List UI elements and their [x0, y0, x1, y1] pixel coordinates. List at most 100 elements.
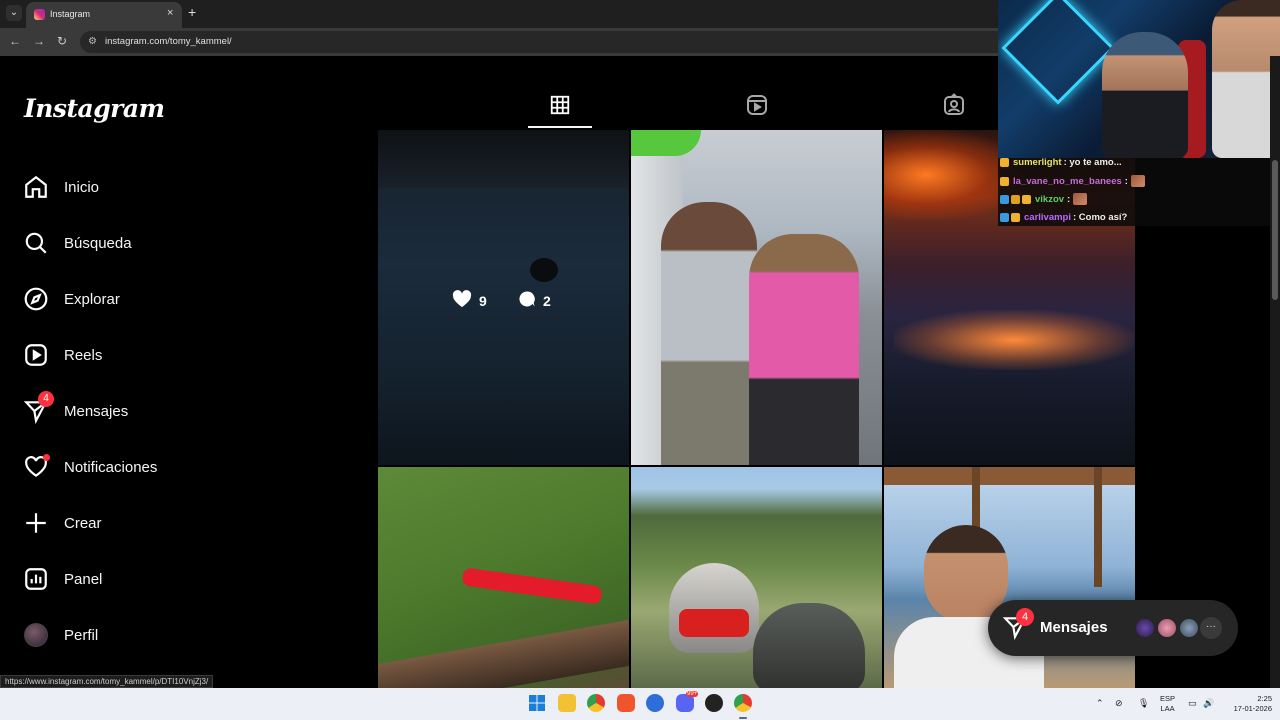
- lang-bottom: LAA: [1160, 704, 1175, 713]
- chat-text: :: [1124, 175, 1128, 187]
- likes-count: 9: [479, 292, 487, 309]
- obs-icon[interactable]: [705, 694, 723, 712]
- stream-chat: sumerlight : yo te amo... la_vane_no_me_…: [998, 157, 1270, 226]
- windows-taskbar: 99+ ⌃ ⊘ 🎙 ESP LAA ▭ 🔊 2:25 17-01-2026: [0, 688, 1280, 720]
- back-arrow-icon[interactable]: ←: [9, 34, 21, 48]
- streamer-person: [1102, 32, 1188, 158]
- reels-icon: [745, 93, 769, 122]
- comment-filled-icon: [518, 290, 536, 311]
- tile-photo-detail: [749, 234, 859, 465]
- tile-photo-detail: [894, 310, 1134, 370]
- tile-photo-detail: [661, 202, 757, 465]
- discord-badge: 99+: [686, 691, 699, 697]
- browser-tab[interactable]: Instagram ×: [26, 2, 182, 28]
- tray-chevron-icon[interactable]: ⌃: [1096, 698, 1104, 708]
- more-icon[interactable]: ···: [1200, 617, 1222, 639]
- sidebar-label: Crear: [64, 514, 102, 532]
- post-tile[interactable]: [631, 467, 882, 688]
- tile-photo-detail: [530, 258, 558, 282]
- scrollbar-thumb[interactable]: [1272, 160, 1278, 300]
- chat-text: : Como así?: [1073, 211, 1128, 223]
- instagram-logo[interactable]: Instagram: [24, 94, 165, 123]
- chrome-icon[interactable]: [587, 694, 605, 712]
- tile-photo-detail: [679, 609, 749, 637]
- comments-count: 2: [543, 292, 551, 309]
- reels-icon: [22, 341, 50, 369]
- tab-posts[interactable]: [543, 90, 577, 124]
- post-tile[interactable]: [378, 467, 629, 688]
- messages-pill-label: Mensajes: [1040, 619, 1108, 636]
- chat-badge-icon: [1000, 212, 1009, 222]
- webcam-overlay: [998, 0, 1280, 158]
- chat-username: carlivampi: [1024, 211, 1071, 223]
- forward-arrow-icon[interactable]: →: [33, 34, 45, 48]
- active-app-indicator: [739, 717, 747, 719]
- sidebar-item-explorar[interactable]: Explorar: [22, 281, 242, 317]
- sidebar-item-inicio[interactable]: Inicio: [22, 169, 242, 205]
- comments-stat: 2: [518, 290, 551, 311]
- sidebar-label: Perfil: [64, 626, 99, 644]
- post-tile[interactable]: 9 2: [378, 130, 629, 465]
- volume-icon[interactable]: 🔊: [1203, 698, 1214, 708]
- avatar: [1156, 617, 1178, 639]
- windows-start-icon[interactable]: [528, 694, 546, 712]
- page-scrollbar[interactable]: [1270, 56, 1280, 688]
- site-settings-icon[interactable]: ⚙: [88, 36, 97, 47]
- language-indicator[interactable]: ESP LAA: [1160, 694, 1175, 714]
- lang-top: ESP: [1160, 694, 1176, 703]
- grid-icon: [549, 94, 571, 121]
- tile-photo-detail: [669, 563, 759, 653]
- neon-logo-decoration: [1001, 0, 1115, 105]
- sidebar-label: Notificaciones: [64, 458, 158, 476]
- sidebar-item-crear[interactable]: Crear: [22, 505, 242, 541]
- network-icon[interactable]: ▭: [1188, 698, 1197, 708]
- tile-photo-detail: [461, 567, 603, 605]
- messenger-icon: 4: [22, 391, 54, 425]
- profile-avatar: [22, 621, 50, 649]
- sidebar-label: Búsqueda: [64, 234, 132, 252]
- link-status-bar: https://www.instagram.com/tomy_kammel/p/…: [0, 675, 214, 688]
- tray-app-icon[interactable]: ⊘: [1115, 698, 1123, 708]
- tab-search-button[interactable]: ⌄: [6, 5, 22, 21]
- sidebar-item-panel[interactable]: Panel: [22, 561, 242, 597]
- chat-username: sumerlight: [1013, 156, 1062, 168]
- chat-text: : yo te amo...: [1063, 156, 1122, 168]
- post-tile[interactable]: [631, 130, 882, 465]
- messages-pill[interactable]: 4 Mensajes ···: [988, 600, 1238, 656]
- tab-close-button[interactable]: ×: [167, 7, 173, 19]
- brave-icon[interactable]: [617, 694, 635, 712]
- messages-badge: 4: [38, 391, 54, 407]
- heart-icon: [22, 453, 50, 481]
- chat-badge-icon: [1022, 194, 1031, 204]
- chat-message: la_vane_no_me_banees :: [1000, 173, 1145, 189]
- notification-dot: [43, 454, 50, 461]
- sidebar-item-notificaciones[interactable]: Notificaciones: [22, 449, 242, 485]
- file-explorer-icon[interactable]: [558, 694, 576, 712]
- chat-badge-icon: [1000, 176, 1009, 186]
- tile-photo-detail: [753, 603, 865, 688]
- url-text[interactable]: instagram.com/tomy_kammel/: [105, 36, 232, 47]
- chrome-icon[interactable]: [734, 694, 752, 712]
- sidebar-item-perfil[interactable]: Perfil: [22, 617, 242, 653]
- sidebar-item-reels[interactable]: Reels: [22, 337, 242, 373]
- messages-pill-badge: 4: [1016, 608, 1034, 626]
- microphone-icon[interactable]: 🎙: [1138, 698, 1149, 708]
- chat-message: sumerlight : yo te amo...: [1000, 154, 1122, 170]
- clock[interactable]: 2:25 17-01-2026: [1224, 694, 1272, 714]
- plus-icon: [22, 509, 50, 537]
- app-icon[interactable]: [646, 694, 664, 712]
- tab-tagged[interactable]: [937, 90, 971, 124]
- sidebar-label: Reels: [64, 346, 103, 364]
- reload-icon[interactable]: ↻: [57, 34, 67, 48]
- tab-title: Instagram: [50, 9, 91, 19]
- sidebar-item-busqueda[interactable]: Búsqueda: [22, 225, 242, 261]
- new-tab-button[interactable]: +: [188, 5, 196, 19]
- sidebar-item-mensajes[interactable]: 4 Mensajes: [22, 391, 242, 429]
- tile-photo-detail: [1094, 467, 1102, 587]
- sidebar-label: Mensajes: [64, 402, 129, 420]
- tab-reels[interactable]: [740, 90, 774, 124]
- sidebar-label: Explorar: [64, 290, 120, 308]
- chat-username: vikzov: [1035, 193, 1065, 205]
- chat-emote-icon: [1073, 193, 1088, 205]
- clock-time: 2:25: [1257, 694, 1272, 703]
